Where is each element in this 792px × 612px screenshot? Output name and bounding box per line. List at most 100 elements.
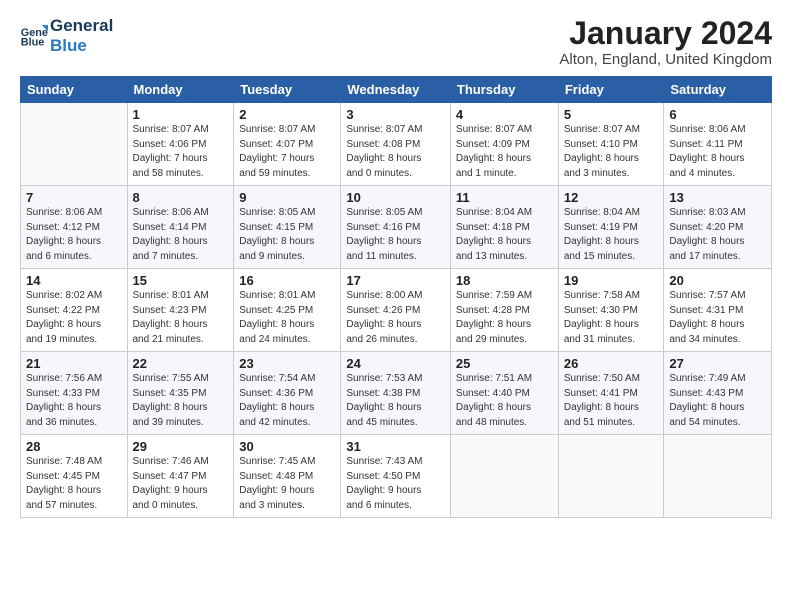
calendar-cell: 3Sunrise: 8:07 AM Sunset: 4:08 PM Daylig…: [341, 103, 451, 186]
calendar-cell: 18Sunrise: 7:59 AM Sunset: 4:28 PM Dayli…: [450, 269, 558, 352]
day-number: 17: [346, 273, 445, 288]
day-info: Sunrise: 7:45 AM Sunset: 4:48 PM Dayligh…: [239, 455, 335, 513]
logo-line2: Blue: [50, 36, 113, 56]
weekday-header-wednesday: Wednesday: [341, 77, 451, 103]
weekday-header-monday: Monday: [127, 77, 234, 103]
page-header: General Blue General Blue January 2024 A…: [20, 16, 772, 68]
calendar-table: SundayMondayTuesdayWednesdayThursdayFrid…: [20, 76, 772, 518]
day-info: Sunrise: 8:03 AM Sunset: 4:20 PM Dayligh…: [669, 206, 766, 264]
day-number: 8: [133, 190, 229, 205]
title-block: January 2024 Alton, England, United King…: [559, 16, 772, 68]
day-info: Sunrise: 8:07 AM Sunset: 4:06 PM Dayligh…: [133, 123, 229, 181]
calendar-cell: 1Sunrise: 8:07 AM Sunset: 4:06 PM Daylig…: [127, 103, 234, 186]
day-info: Sunrise: 7:53 AM Sunset: 4:38 PM Dayligh…: [346, 372, 445, 430]
day-number: 12: [564, 190, 659, 205]
day-number: 20: [669, 273, 766, 288]
day-number: 7: [26, 190, 122, 205]
day-info: Sunrise: 7:50 AM Sunset: 4:41 PM Dayligh…: [564, 372, 659, 430]
calendar-cell: 10Sunrise: 8:05 AM Sunset: 4:16 PM Dayli…: [341, 186, 451, 269]
calendar-cell: 24Sunrise: 7:53 AM Sunset: 4:38 PM Dayli…: [341, 352, 451, 435]
weekday-header-sunday: Sunday: [21, 77, 128, 103]
day-number: 18: [456, 273, 553, 288]
calendar-cell: 29Sunrise: 7:46 AM Sunset: 4:47 PM Dayli…: [127, 435, 234, 518]
day-info: Sunrise: 7:51 AM Sunset: 4:40 PM Dayligh…: [456, 372, 553, 430]
day-info: Sunrise: 8:07 AM Sunset: 4:09 PM Dayligh…: [456, 123, 553, 181]
logo-icon: General Blue: [20, 22, 48, 50]
day-number: 9: [239, 190, 335, 205]
weekday-header-thursday: Thursday: [450, 77, 558, 103]
day-number: 3: [346, 107, 445, 122]
day-number: 15: [133, 273, 229, 288]
day-number: 19: [564, 273, 659, 288]
logo-line1: General: [50, 16, 113, 36]
day-number: 6: [669, 107, 766, 122]
calendar-cell: 31Sunrise: 7:43 AM Sunset: 4:50 PM Dayli…: [341, 435, 451, 518]
calendar-cell: 26Sunrise: 7:50 AM Sunset: 4:41 PM Dayli…: [558, 352, 664, 435]
day-number: 5: [564, 107, 659, 122]
weekday-header-friday: Friday: [558, 77, 664, 103]
day-info: Sunrise: 8:07 AM Sunset: 4:08 PM Dayligh…: [346, 123, 445, 181]
calendar-cell: 7Sunrise: 8:06 AM Sunset: 4:12 PM Daylig…: [21, 186, 128, 269]
day-number: 23: [239, 356, 335, 371]
calendar-cell: 21Sunrise: 7:56 AM Sunset: 4:33 PM Dayli…: [21, 352, 128, 435]
calendar-cell: [21, 103, 128, 186]
day-number: 2: [239, 107, 335, 122]
day-number: 1: [133, 107, 229, 122]
weekday-header-tuesday: Tuesday: [234, 77, 341, 103]
calendar-cell: 27Sunrise: 7:49 AM Sunset: 4:43 PM Dayli…: [664, 352, 772, 435]
day-number: 4: [456, 107, 553, 122]
calendar-cell: 8Sunrise: 8:06 AM Sunset: 4:14 PM Daylig…: [127, 186, 234, 269]
day-info: Sunrise: 8:05 AM Sunset: 4:15 PM Dayligh…: [239, 206, 335, 264]
day-number: 13: [669, 190, 766, 205]
day-info: Sunrise: 8:04 AM Sunset: 4:18 PM Dayligh…: [456, 206, 553, 264]
day-info: Sunrise: 8:01 AM Sunset: 4:23 PM Dayligh…: [133, 289, 229, 347]
day-info: Sunrise: 7:54 AM Sunset: 4:36 PM Dayligh…: [239, 372, 335, 430]
day-number: 21: [26, 356, 122, 371]
calendar-cell: 22Sunrise: 7:55 AM Sunset: 4:35 PM Dayli…: [127, 352, 234, 435]
month-title: January 2024: [559, 16, 772, 51]
calendar-cell: 5Sunrise: 8:07 AM Sunset: 4:10 PM Daylig…: [558, 103, 664, 186]
day-info: Sunrise: 7:58 AM Sunset: 4:30 PM Dayligh…: [564, 289, 659, 347]
day-number: 26: [564, 356, 659, 371]
day-info: Sunrise: 7:59 AM Sunset: 4:28 PM Dayligh…: [456, 289, 553, 347]
day-info: Sunrise: 8:00 AM Sunset: 4:26 PM Dayligh…: [346, 289, 445, 347]
day-info: Sunrise: 8:06 AM Sunset: 4:12 PM Dayligh…: [26, 206, 122, 264]
calendar-cell: 17Sunrise: 8:00 AM Sunset: 4:26 PM Dayli…: [341, 269, 451, 352]
svg-text:Blue: Blue: [21, 37, 45, 49]
calendar-cell: 23Sunrise: 7:54 AM Sunset: 4:36 PM Dayli…: [234, 352, 341, 435]
day-number: 29: [133, 439, 229, 454]
day-number: 11: [456, 190, 553, 205]
calendar-cell: 25Sunrise: 7:51 AM Sunset: 4:40 PM Dayli…: [450, 352, 558, 435]
calendar-cell: 12Sunrise: 8:04 AM Sunset: 4:19 PM Dayli…: [558, 186, 664, 269]
calendar-cell: 4Sunrise: 8:07 AM Sunset: 4:09 PM Daylig…: [450, 103, 558, 186]
day-info: Sunrise: 8:07 AM Sunset: 4:10 PM Dayligh…: [564, 123, 659, 181]
day-info: Sunrise: 8:01 AM Sunset: 4:25 PM Dayligh…: [239, 289, 335, 347]
day-info: Sunrise: 8:06 AM Sunset: 4:11 PM Dayligh…: [669, 123, 766, 181]
day-info: Sunrise: 8:04 AM Sunset: 4:19 PM Dayligh…: [564, 206, 659, 264]
calendar-cell: [664, 435, 772, 518]
day-number: 27: [669, 356, 766, 371]
calendar-cell: 30Sunrise: 7:45 AM Sunset: 4:48 PM Dayli…: [234, 435, 341, 518]
calendar-cell: 11Sunrise: 8:04 AM Sunset: 4:18 PM Dayli…: [450, 186, 558, 269]
calendar-cell: 13Sunrise: 8:03 AM Sunset: 4:20 PM Dayli…: [664, 186, 772, 269]
day-info: Sunrise: 7:49 AM Sunset: 4:43 PM Dayligh…: [669, 372, 766, 430]
calendar-cell: 14Sunrise: 8:02 AM Sunset: 4:22 PM Dayli…: [21, 269, 128, 352]
day-info: Sunrise: 8:02 AM Sunset: 4:22 PM Dayligh…: [26, 289, 122, 347]
day-number: 25: [456, 356, 553, 371]
day-info: Sunrise: 8:07 AM Sunset: 4:07 PM Dayligh…: [239, 123, 335, 181]
day-number: 16: [239, 273, 335, 288]
day-number: 31: [346, 439, 445, 454]
day-info: Sunrise: 7:55 AM Sunset: 4:35 PM Dayligh…: [133, 372, 229, 430]
logo: General Blue General Blue: [20, 16, 113, 57]
calendar-cell: 6Sunrise: 8:06 AM Sunset: 4:11 PM Daylig…: [664, 103, 772, 186]
day-info: Sunrise: 7:43 AM Sunset: 4:50 PM Dayligh…: [346, 455, 445, 513]
day-info: Sunrise: 7:57 AM Sunset: 4:31 PM Dayligh…: [669, 289, 766, 347]
day-number: 14: [26, 273, 122, 288]
day-number: 30: [239, 439, 335, 454]
calendar-cell: 19Sunrise: 7:58 AM Sunset: 4:30 PM Dayli…: [558, 269, 664, 352]
day-number: 24: [346, 356, 445, 371]
calendar-cell: 9Sunrise: 8:05 AM Sunset: 4:15 PM Daylig…: [234, 186, 341, 269]
day-number: 10: [346, 190, 445, 205]
day-info: Sunrise: 8:05 AM Sunset: 4:16 PM Dayligh…: [346, 206, 445, 264]
location: Alton, England, United Kingdom: [559, 51, 772, 68]
